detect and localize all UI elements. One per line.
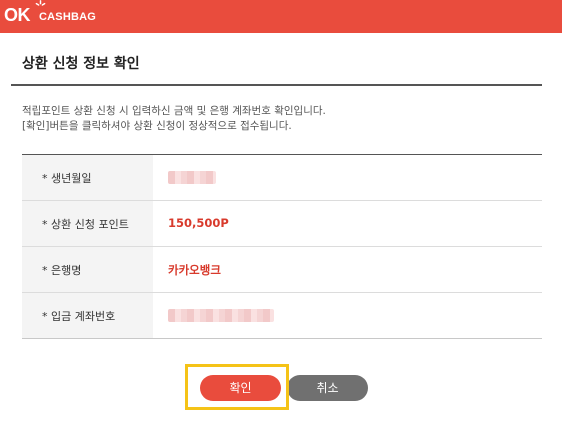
cancel-button[interactable]: 취소 [287, 375, 368, 401]
confirm-button[interactable]: 확인 [200, 375, 281, 401]
table-row: * 은행명 카카오뱅크 [22, 247, 542, 293]
account-number-label: * 입금 계좌번호 [42, 310, 116, 323]
description-line-2: [확인]버튼을 클릭하셔야 상환 신청이 정상적으로 접수됩니다. [22, 120, 292, 132]
table-row: * 상환 신청 포인트 150,500P [22, 201, 542, 247]
birthdate-label: * 생년월일 [42, 172, 92, 185]
points-label: * 상환 신청 포인트 [42, 218, 129, 231]
page-title: 상환 신청 정보 확인 [22, 56, 140, 72]
row-label-cell: * 은행명 [22, 247, 153, 292]
row-label-cell: * 상환 신청 포인트 [22, 201, 153, 246]
row-label-cell: * 입금 계좌번호 [22, 293, 153, 338]
sparkle-icon [35, 0, 46, 6]
header-bar: OK CASHBAG [0, 0, 562, 33]
bank-name-label: * 은행명 [42, 264, 82, 277]
row-label-cell: * 생년월일 [22, 155, 153, 200]
ok-cashbag-logo: OK CASHBAG [4, 0, 96, 26]
masked-birthdate [168, 171, 216, 184]
table-row: * 생년월일 [22, 155, 542, 201]
description: 적립포인트 상환 신청 시 입력하신 금액 및 은행 계좌번호 확인입니다. [… [22, 104, 326, 134]
logo-cashbag-text: CASHBAG [39, 11, 97, 23]
title-divider [11, 84, 542, 86]
table-row: * 입금 계좌번호 [22, 293, 542, 339]
bank-name-value: 카카오뱅크 [168, 263, 221, 277]
description-line-1: 적립포인트 상환 신청 시 입력하신 금액 및 은행 계좌번호 확인입니다. [22, 105, 326, 117]
info-table: * 생년월일 * 상환 신청 포인트 150,500P * 은행명 카카오뱅크 … [22, 154, 542, 339]
points-value: 150,500P [168, 216, 229, 230]
masked-account-number [168, 309, 274, 322]
logo-ok-text: OK [4, 5, 31, 25]
